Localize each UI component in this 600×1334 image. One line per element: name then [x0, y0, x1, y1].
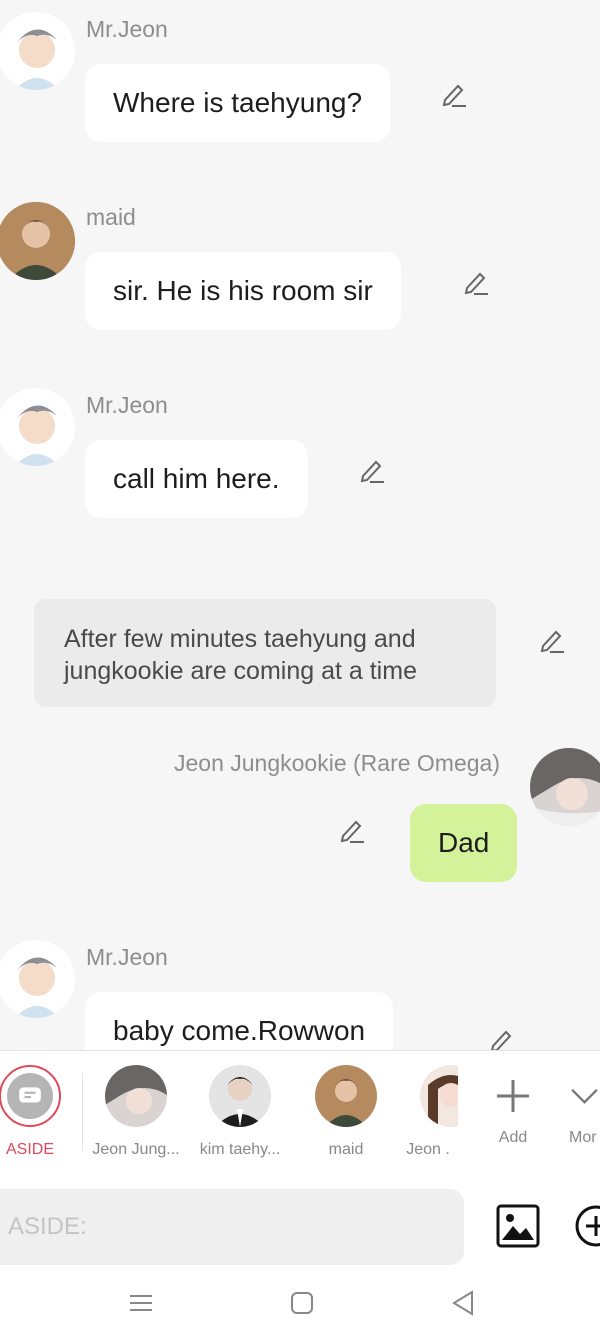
avatar	[420, 1065, 458, 1127]
back-icon[interactable]	[448, 1288, 478, 1318]
avatar-mr-jeon[interactable]	[0, 388, 75, 466]
character-taehyung[interactable]: kim taehy...	[190, 1065, 290, 1159]
avatar-mr-jeon[interactable]	[0, 12, 75, 90]
edit-icon[interactable]	[440, 80, 468, 108]
edit-icon[interactable]	[338, 816, 366, 844]
message-input[interactable]: ASIDE:	[0, 1189, 464, 1265]
avatar-mr-jeon[interactable]	[0, 940, 75, 1018]
character-jungkookie[interactable]: Jeon Jung...	[86, 1065, 186, 1159]
chat-area: Mr.Jeon Where is taehyung? maid sir. He …	[0, 0, 600, 1050]
more-button[interactable]: Mor	[555, 1065, 600, 1147]
menu-icon[interactable]	[126, 1288, 156, 1318]
character-label: ASIDE	[5, 1141, 54, 1158]
system-nav-bar	[0, 1274, 600, 1334]
message-bubble[interactable]: call him here.	[85, 440, 308, 518]
message-bubble[interactable]: sir. He is his room sir	[85, 252, 401, 330]
input-bar: ASIDE:	[0, 1174, 600, 1274]
plus-icon	[463, 1065, 563, 1127]
character-label: Jeon Jung...	[92, 1141, 180, 1158]
aside-icon	[0, 1065, 61, 1127]
avatar	[315, 1065, 377, 1127]
avatar-maid[interactable]	[0, 202, 75, 280]
edit-icon[interactable]	[538, 626, 566, 654]
edit-icon[interactable]	[462, 268, 490, 296]
divider	[82, 1073, 83, 1151]
chevron-down-icon	[555, 1065, 600, 1127]
avatar-jungkookie[interactable]	[530, 748, 600, 826]
my-message-bubble[interactable]: Dad	[410, 804, 518, 882]
character-label: maid	[328, 1141, 364, 1158]
aside-narration[interactable]: After few minutes taehyung and jungkooki…	[34, 599, 496, 707]
character-label: Add	[498, 1129, 528, 1146]
image-icon[interactable]	[496, 1204, 540, 1248]
character-maid[interactable]: maid	[296, 1065, 396, 1159]
message-bubble[interactable]: baby come.Rowwon	[85, 992, 394, 1050]
avatar	[209, 1065, 271, 1127]
speaker-name: maid	[86, 204, 136, 230]
add-circle-icon[interactable]	[574, 1204, 600, 1248]
edit-icon[interactable]	[358, 456, 386, 484]
message-bubble[interactable]: Where is taehyung?	[85, 64, 391, 142]
character-label: Mor	[569, 1129, 597, 1146]
home-icon[interactable]	[287, 1288, 317, 1318]
speaker-name: Jeon Jungkookie (Rare Omega)	[174, 750, 500, 776]
character-label: Jeon .	[406, 1141, 450, 1158]
speaker-name: Mr.Jeon	[86, 392, 168, 418]
speaker-name: Mr.Jeon	[86, 944, 168, 970]
edit-icon[interactable]	[488, 1026, 516, 1050]
add-character-button[interactable]: Add	[463, 1065, 563, 1147]
character-label: kim taehy...	[199, 1141, 281, 1158]
avatar	[105, 1065, 167, 1127]
character-jeon[interactable]: Jeon .	[398, 1065, 458, 1159]
character-aside[interactable]: ASIDE	[0, 1065, 80, 1159]
speaker-name: Mr.Jeon	[86, 16, 168, 42]
character-bar: ASIDE Jeon Jung... kim taehy... maid Jeo…	[0, 1050, 600, 1175]
